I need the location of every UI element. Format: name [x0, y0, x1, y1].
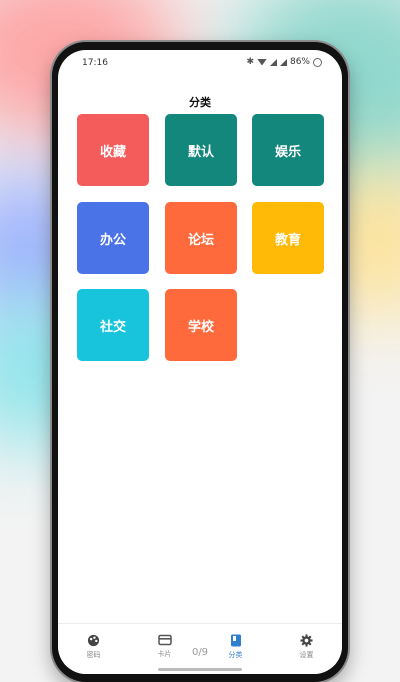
phone-screen: 17:16 ✱ 86% 分类 收藏 默认 娱乐 办公 论坛 教育 社交 学校 密…	[58, 50, 342, 674]
battery-ring-icon	[313, 57, 322, 67]
category-label: 收藏	[99, 144, 126, 160]
card-icon	[157, 634, 172, 646]
signal-icon	[269, 58, 277, 66]
pager-indicator: 0/9	[191, 647, 209, 658]
category-label: 教育	[274, 232, 301, 248]
phone-frame: 17:16 ✱ 86% 分类 收藏 默认 娱乐 办公 论坛 教育 社交 学校 密…	[52, 42, 348, 682]
category-tile[interactable]: 收藏	[77, 114, 149, 186]
category-label: 娱乐	[274, 144, 301, 160]
status-icons: ✱ 86%	[246, 57, 322, 67]
bluetooth-icon: ✱	[246, 57, 254, 67]
status-time: 17:16	[82, 58, 108, 68]
category-tile[interactable]: 教育	[252, 202, 324, 274]
category-label: 办公	[99, 232, 126, 248]
signal-icon-2	[279, 58, 287, 66]
category-tile[interactable]: 论坛	[165, 202, 237, 274]
home-indicator	[158, 668, 242, 671]
category-tile[interactable]: 学校	[165, 289, 237, 361]
category-label: 社交	[99, 319, 126, 335]
page-title: 分类	[189, 96, 211, 109]
category-tile[interactable]: 娱乐	[252, 114, 324, 186]
category-tile[interactable]: 默认	[165, 114, 237, 186]
gear-icon	[300, 634, 313, 647]
category-tile[interactable]: 社交	[77, 289, 149, 361]
category-label: 默认	[187, 144, 214, 160]
wifi-icon	[256, 58, 267, 66]
category-icon	[230, 634, 241, 647]
status-bar: 17:16 ✱ 86%	[58, 50, 342, 76]
battery-percent: 86%	[289, 57, 310, 67]
palette-icon	[87, 634, 100, 647]
category-tile[interactable]: 办公	[77, 202, 149, 274]
category-label: 学校	[187, 319, 214, 335]
category-label: 论坛	[187, 232, 214, 248]
